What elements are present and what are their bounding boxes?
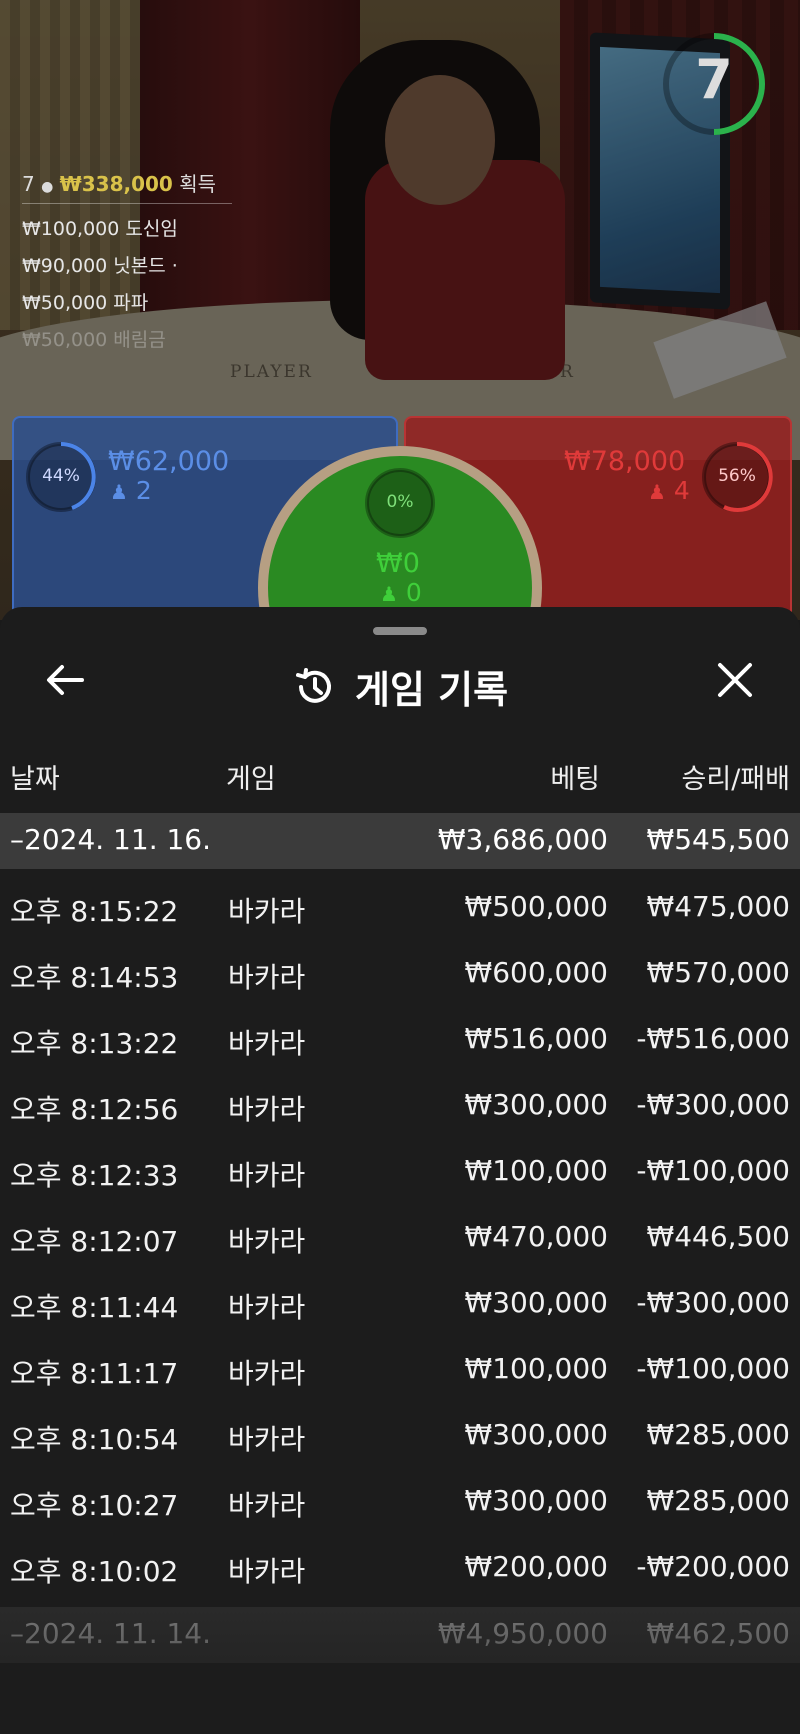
row-game: 바카라 [228,1555,306,1588]
table-row[interactable]: 오후 8:12:07 바카라 ₩470,000 ₩446,500 [0,1210,800,1266]
row-bet: ₩470,000 [464,1220,608,1253]
row-bet: ₩200,000 [464,1550,608,1583]
row-result: ₩285,000 [646,1418,790,1451]
sheet-title: 게임 기록 [355,668,509,712]
row-result: ₩475,000 [646,890,790,923]
player-percent: 44% [42,466,80,486]
table-row[interactable]: 오후 8:10:02 바카라 ₩200,000 -₩200,000 [0,1540,800,1596]
winner-row: ₩50,000 배림금 [22,329,166,351]
group-result-total: ₩462,500 [646,1617,790,1650]
winners-count: 7 [22,172,35,196]
row-result: -₩300,000 [636,1286,790,1319]
row-time: 오후 8:15:22 [10,895,179,928]
tie-bet-amount: ₩0 [376,548,420,579]
table-row[interactable]: 오후 8:14:53 바카라 ₩600,000 ₩570,000 [0,946,800,1002]
row-game: 바카라 [228,1225,306,1258]
table-row[interactable]: 오후 8:15:22 바카라 ₩500,000 ₩475,000 [0,880,800,936]
table-row[interactable]: 오후 8:13:22 바카라 ₩516,000 -₩516,000 [0,1012,800,1068]
row-result: ₩570,000 [646,956,790,989]
row-result: -₩516,000 [636,1022,790,1055]
group-date: –2024. 11. 14. [10,1617,212,1650]
table-row[interactable]: 오후 8:10:27 바카라 ₩300,000 ₩285,000 [0,1474,800,1530]
row-bet: ₩100,000 [464,1154,608,1187]
row-game: 바카라 [228,961,306,994]
row-bet: ₩300,000 [464,1088,608,1121]
row-result: -₩300,000 [636,1088,790,1121]
row-bet: ₩600,000 [464,956,608,989]
table-row[interactable]: 오후 8:12:33 바카라 ₩100,000 -₩100,000 [0,1144,800,1200]
column-header-date: 날짜 [10,764,60,795]
tie-bet-count: ♟ 0 [380,578,422,607]
game-history-sheet: 게임 기록 날짜 게임 베팅 승리/패배 –2024. 11. 16. ₩3,6… [0,607,800,1734]
banker-bet-amount: ₩78,000 [564,446,686,477]
winners-total: ₩338,000 [59,172,173,196]
player-bet-amount: ₩62,000 [108,446,230,477]
column-header-game: 게임 [226,764,276,795]
history-icon [295,667,331,703]
group-bet-total: ₩3,686,000 [437,823,608,856]
column-header-bet: 베팅 [550,764,600,795]
row-time: 오후 8:14:53 [10,961,179,994]
table-row[interactable]: 오후 8:11:44 바카라 ₩300,000 -₩300,000 [0,1276,800,1332]
group-date: –2024. 11. 16. [10,823,212,856]
row-game: 바카라 [228,1357,306,1390]
user-icon: ♟ [110,480,128,504]
row-result: -₩100,000 [636,1154,790,1187]
row-time: 오후 8:12:07 [10,1225,179,1258]
row-bet: ₩516,000 [464,1022,608,1055]
row-time: 오후 8:10:02 [10,1555,179,1588]
row-time: 오후 8:11:44 [10,1291,179,1324]
tie-percent: 0% [386,492,414,512]
row-game: 바카라 [228,1027,306,1060]
row-time: 오후 8:12:33 [10,1159,179,1192]
row-game: 바카라 [228,895,306,928]
user-icon: ♟ [380,582,398,606]
column-header-result: 승리/패배 [681,764,790,795]
winner-row: ₩100,000 도신임 [22,218,178,240]
group-result-total: ₩545,500 [646,823,790,856]
row-game: 바카라 [228,1423,306,1456]
row-result: -₩100,000 [636,1352,790,1385]
row-time: 오후 8:13:22 [10,1027,179,1060]
banker-bet-count: ♟ 4 [648,476,690,505]
winners-label: 획득 [179,172,216,196]
table-row[interactable]: 오후 8:10:54 바카라 ₩300,000 ₩285,000 [0,1408,800,1464]
date-group-row[interactable]: –2024. 11. 14. ₩4,950,000 ₩462,500 [0,1607,800,1663]
winner-row: ₩50,000 파파 [22,292,149,314]
user-icon: ● [41,179,54,195]
close-icon[interactable] [710,655,760,705]
row-result: ₩285,000 [646,1484,790,1517]
row-bet: ₩300,000 [464,1484,608,1517]
row-result: ₩446,500 [646,1220,790,1253]
player-bet-count: ♟ 2 [110,476,152,505]
table-row[interactable]: 오후 8:12:56 바카라 ₩300,000 -₩300,000 [0,1078,800,1134]
winners-header: 7 ● ₩338,000 획득 [22,168,232,204]
row-game: 바카라 [228,1159,306,1192]
row-bet: ₩300,000 [464,1286,608,1319]
banker-percent: 56% [718,466,756,486]
row-game: 바카라 [228,1093,306,1126]
sheet-header: 게임 기록 [0,659,800,714]
row-bet: ₩300,000 [464,1418,608,1451]
group-bet-total: ₩4,950,000 [437,1617,608,1650]
table-row[interactable]: 오후 8:11:17 바카라 ₩100,000 -₩100,000 [0,1342,800,1398]
drag-handle[interactable] [373,627,427,635]
row-bet: ₩100,000 [464,1352,608,1385]
row-time: 오후 8:10:27 [10,1489,179,1522]
row-time: 오후 8:11:17 [10,1357,179,1390]
row-result: -₩200,000 [636,1550,790,1583]
row-time: 오후 8:10:54 [10,1423,179,1456]
row-time: 오후 8:12:56 [10,1093,179,1126]
row-game: 바카라 [228,1489,306,1522]
user-icon: ♟ [648,480,666,504]
row-bet: ₩500,000 [464,890,608,923]
date-group-row[interactable]: –2024. 11. 16. ₩3,686,000 ₩545,500 [0,813,800,869]
row-game: 바카라 [228,1291,306,1324]
winners-list: 7 ● ₩338,000 획득 ₩100,000 도신임 ₩90,000 닛본드… [22,168,232,352]
live-video: PLAYER R 7 7 ● ₩338,000 획득 ₩100,000 도신임 … [0,0,800,620]
countdown-timer: 7 [695,48,733,111]
winner-row: ₩90,000 닛본드 · [22,255,178,277]
